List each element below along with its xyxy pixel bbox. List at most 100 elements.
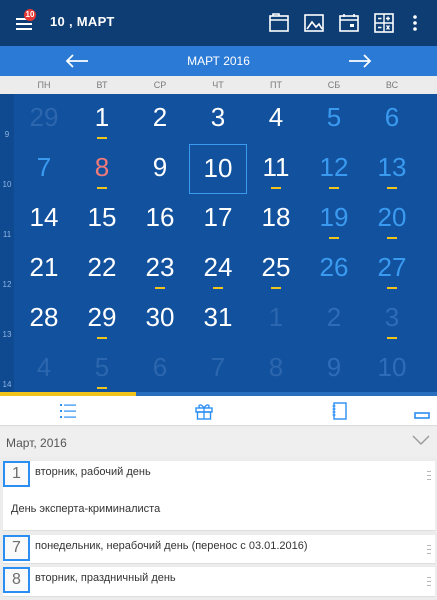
calendar-day-number: 10 [203,153,233,183]
calendar-day[interactable]: 31 [189,294,247,344]
calendar-day[interactable]: 15 [73,194,131,244]
calendar-day-number: 18 [261,202,291,232]
calendar-day[interactable]: 27 [363,244,421,294]
calendar-day[interactable]: 4 [15,344,73,394]
calendar-day-number: 31 [203,302,233,332]
calendar-day[interactable]: 11 [247,144,305,194]
calendar-day[interactable]: 1 [73,94,131,144]
calendar-day[interactable]: 5 [73,344,131,394]
calendar-day[interactable]: 18 [247,194,305,244]
calculator-icon[interactable] [372,11,396,35]
event-card[interactable]: 8 вторник, праздничный день [3,567,435,597]
calendar-day[interactable]: 9 [305,344,363,394]
minimize-icon[interactable] [412,401,432,421]
calendar-day-number: 6 [384,102,400,132]
weekday-label: ЧТ [212,80,224,90]
calendar-day[interactable]: 21 [15,244,73,294]
calendar-day[interactable]: 22 [73,244,131,294]
calendar-day[interactable]: 13 [363,144,421,194]
calendar-day-number: 3 [384,302,400,332]
calendar-day[interactable]: 17 [189,194,247,244]
menu-button[interactable]: 10 [14,9,36,34]
calendar-day[interactable]: 1 [247,294,305,344]
calendar-day[interactable]: 28 [15,294,73,344]
calendar-day-number: 9 [152,152,168,182]
calendar-day[interactable]: 6 [131,344,189,394]
calendar-day[interactable]: 6 [363,94,421,144]
calendar-day-number: 24 [203,252,233,282]
calendar-day[interactable]: 9 [131,144,189,194]
calendar-day[interactable]: 14 [15,194,73,244]
calendar-day-number: 12 [319,152,349,182]
drag-handle-icon[interactable] [427,471,431,481]
calendar-day-number: 14 [29,202,59,232]
calendar-day[interactable]: 5 [305,94,363,144]
calendar-grid: 9 10 11 12 13 14 29 1 2 3 4 5 6 7 8 9 10 11 12 13 14 15 16 17 1… [0,94,437,394]
notebook-icon[interactable] [330,401,350,421]
calendar-day-number: 13 [377,152,407,182]
more-vert-icon[interactable] [403,11,427,35]
weekday-label: ВС [385,80,399,90]
calendar-day[interactable]: 30 [131,294,189,344]
calendar-day-today[interactable]: 10 [189,144,247,194]
menu-icon-line [16,23,32,25]
calendar-day[interactable]: 19 [305,194,363,244]
calendar-day[interactable]: 29 [73,294,131,344]
event-marker [97,137,107,139]
calendar-day[interactable]: 8 [247,344,305,394]
list-month-header[interactable]: Март, 2016 [0,427,437,457]
calendar-day[interactable]: 26 [305,244,363,294]
week-number-column: 9 10 11 12 13 14 [0,94,14,394]
calendar-day[interactable]: 2 [131,94,189,144]
calendar-day[interactable]: 12 [305,144,363,194]
event-marker [271,187,281,189]
week-number: 13 [2,330,12,339]
calendar-day[interactable]: 4 [247,94,305,144]
calendar-day[interactable]: 29 [15,94,73,144]
calendar-day-number: 11 [262,152,290,182]
calendar-day[interactable]: 7 [189,344,247,394]
folder-icon[interactable] [267,11,291,35]
calendar-day-number: 7 [36,152,52,182]
image-icon[interactable] [302,11,326,35]
calendar-day[interactable]: 8 [73,144,131,194]
calendar-day-number: 23 [145,252,175,282]
list-icon[interactable] [58,401,78,421]
calendar-day-number: 29 [29,102,59,132]
calendar-day[interactable]: 23 [131,244,189,294]
calendar-icon[interactable] [337,11,361,35]
gift-icon[interactable] [194,401,214,421]
event-day-box: 1 [3,461,30,487]
calendar-day[interactable]: 20 [363,194,421,244]
calendar-day[interactable]: 10 [363,344,421,394]
chevron-down-icon[interactable] [411,433,431,447]
event-marker [387,237,397,239]
calendar-day[interactable]: 3 [363,294,421,344]
event-day-label: вторник, рабочий день [35,466,151,478]
calendar-day-number: 4 [36,352,52,382]
arrow-right-icon[interactable] [345,50,375,72]
event-marker [97,387,107,389]
calendar-day[interactable]: 24 [189,244,247,294]
calendar-day-number: 26 [319,252,349,282]
weekday-label: СР [153,80,167,90]
calendar-day[interactable]: 3 [189,94,247,144]
weekday-label: СБ [327,80,341,90]
calendar-day-number: 5 [94,352,110,382]
month-navigation: МАРТ 2016 [0,46,437,76]
notification-badge: 10 [24,9,36,21]
calendar-day[interactable]: 7 [15,144,73,194]
calendar-day[interactable]: 2 [305,294,363,344]
event-marker [155,287,165,289]
calendar-day[interactable]: 25 [247,244,305,294]
event-card[interactable]: 1 вторник, рабочий день День эксперта-кр… [3,461,435,531]
calendar-day-number: 4 [268,102,284,132]
event-card[interactable]: 7 понедельник, нерабочий день (перенос с… [3,535,435,564]
week-number: 10 [2,180,12,189]
calendar-day[interactable]: 16 [131,194,189,244]
drag-handle-icon[interactable] [427,545,431,555]
event-day-box: 7 [3,535,30,561]
drag-handle-icon[interactable] [427,577,431,587]
calendar-day-number: 3 [210,102,226,132]
event-marker [329,187,339,189]
